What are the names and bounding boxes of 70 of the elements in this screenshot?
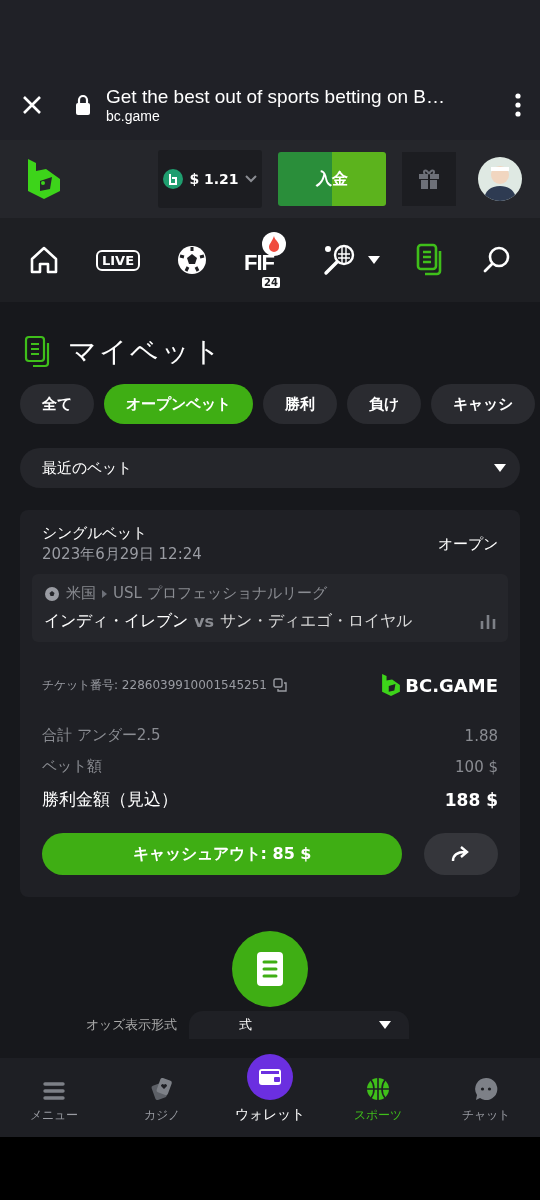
sport-tab[interactable] <box>481 245 512 275</box>
event-league: USL プロフェッショナルリーグ <box>113 584 327 603</box>
logo-icon <box>26 157 62 201</box>
share-icon <box>451 846 471 862</box>
sport-tab[interactable]: LIVE <box>95 249 141 271</box>
caret-icon <box>379 1021 391 1029</box>
ticket-number: チケット番号: 2286039910001545251 <box>42 676 267 694</box>
odds-format-dropdown[interactable]: 式 <box>189 1011 409 1039</box>
cards-icon <box>150 1077 174 1101</box>
sport-tab[interactable]: FIF 24 <box>244 232 286 288</box>
tennis-racket-icon <box>322 243 356 277</box>
bet-date: 2023年6月29日 12:24 <box>42 545 202 564</box>
chevron-icon <box>244 175 257 183</box>
page-title: Get the best out of sports betting on B… <box>106 86 447 108</box>
share-button[interactable] <box>424 833 498 875</box>
event-country: 米国 <box>66 584 96 603</box>
flame-icon <box>262 232 286 256</box>
basketball-icon <box>366 1077 390 1101</box>
gift-icon <box>418 168 440 190</box>
breadcrumb-arrow-icon <box>102 589 107 598</box>
user-avatar[interactable] <box>478 157 522 201</box>
filter-chip[interactable]: 勝利 <box>263 384 337 424</box>
sport-tab[interactable] <box>322 243 380 277</box>
sport-tab[interactable] <box>28 245 60 275</box>
filter-chip[interactable]: 負け <box>347 384 421 424</box>
bottom-nav-item[interactable]: カジノ <box>117 1076 207 1125</box>
detail-value: 100 $ <box>455 757 498 776</box>
filter-chip[interactable]: 全て <box>20 384 94 424</box>
fifa-logo: FIF <box>244 250 274 276</box>
home-team: インディ・イレブン <box>44 611 188 632</box>
balance-selector[interactable]: $ 1.21 <box>158 150 262 208</box>
brand-name: BC.GAME <box>405 674 498 696</box>
away-team: サン・ディエゴ・ロイヤル <box>219 611 412 632</box>
more-icon[interactable] <box>514 93 522 117</box>
bet-status: オープン <box>438 534 498 554</box>
detail-label: 合計 アンダー2.5 <box>42 726 161 745</box>
detail-label: 勝利金額（見込） <box>42 788 178 811</box>
versus-label: vs <box>194 612 214 631</box>
detail-value: 188 $ <box>444 789 498 810</box>
wallet-icon <box>247 1054 293 1100</box>
search-icon <box>481 245 512 275</box>
stats-icon <box>480 614 496 629</box>
period-dropdown[interactable]: 最近のベット <box>20 448 520 488</box>
detail-value: 1.88 <box>464 726 498 745</box>
filter-chip[interactable]: キャッシ <box>431 384 535 424</box>
coin-icon <box>163 169 184 189</box>
bottom-nav-item[interactable]: ウォレット <box>225 1053 315 1125</box>
home-icon <box>28 245 60 275</box>
logo-icon <box>381 672 402 698</box>
deposit-button[interactable]: 入金 <box>278 152 386 206</box>
gift-button[interactable] <box>402 152 456 206</box>
year-badge: 24 <box>262 277 280 288</box>
bottom-nav-item[interactable]: チャット <box>441 1076 531 1125</box>
copy-icon[interactable] <box>272 678 287 692</box>
sport-tab[interactable] <box>176 244 208 276</box>
soccer-ball-icon <box>176 244 208 276</box>
document-icon <box>257 952 283 986</box>
caret-icon <box>494 464 506 472</box>
menu-icon <box>43 1081 65 1101</box>
bottom-nav-item[interactable]: スポーツ <box>333 1076 423 1125</box>
chat-icon <box>474 1077 498 1101</box>
lock-icon <box>74 94 92 116</box>
odds-format-label: オッズ表示形式 <box>86 1016 177 1034</box>
page-heading: マイベット <box>68 334 223 370</box>
detail-label: ベット額 <box>42 757 102 776</box>
soccer-ball-icon <box>44 585 60 602</box>
bet-type: シングルベット <box>42 524 148 543</box>
caret-icon <box>368 256 380 264</box>
bottom-nav-item[interactable]: メニュー <box>9 1080 99 1125</box>
page-url: bc.game <box>106 108 161 124</box>
